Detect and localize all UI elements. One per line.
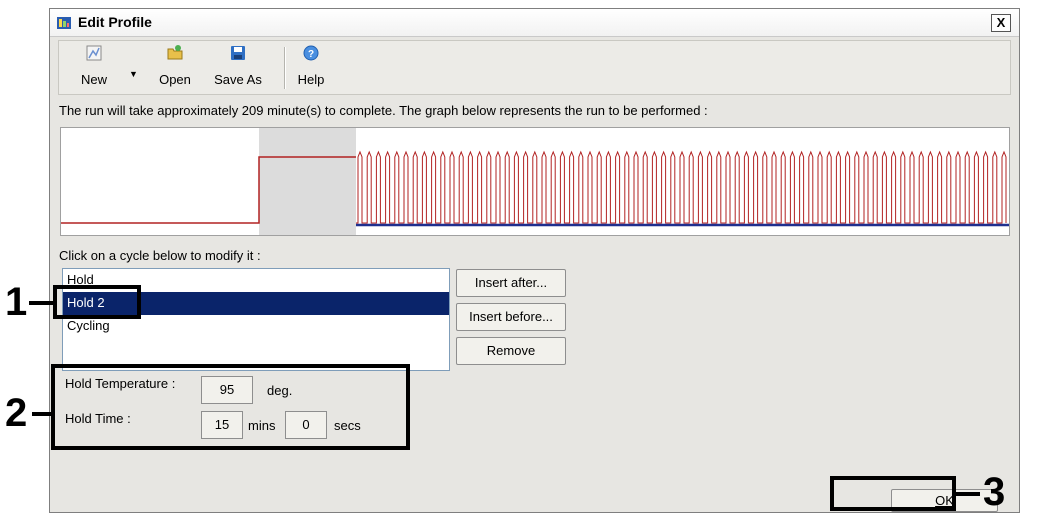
profile-app-icon [57, 17, 71, 29]
callout-box-3 [830, 476, 956, 511]
new-button[interactable]: New [75, 44, 113, 92]
open-label: Open [159, 72, 191, 87]
callout-number-2: 2 [5, 391, 28, 435]
profile-graph-svg [61, 128, 1009, 235]
new-profile-icon [86, 45, 102, 61]
save-as-label: Save As [214, 72, 262, 87]
callout-number-3: 3 [983, 470, 1006, 513]
open-folder-icon [167, 45, 183, 60]
remove-button[interactable]: Remove [456, 337, 566, 365]
new-label: New [80, 72, 107, 87]
callout-box-1 [53, 285, 141, 319]
callout-line-3 [956, 492, 980, 496]
callout-line-1 [29, 301, 53, 305]
callout-box-2 [51, 364, 410, 450]
toolbar-separator [284, 47, 286, 89]
help-icon: ? [303, 45, 319, 61]
cycle-list-label: Click on a cycle below to modify it : [59, 248, 261, 263]
callout-line-2 [32, 412, 51, 416]
cycling-waveform [356, 150, 1007, 224]
title-bar: Edit Profile X [50, 9, 1019, 37]
cycling-segment [356, 150, 1007, 224]
help-button[interactable]: ? Help [293, 44, 329, 92]
run-profile-graph [60, 127, 1010, 236]
chevron-down-icon[interactable]: ▼ [129, 69, 138, 79]
help-label: Help [297, 72, 325, 87]
window-title: Edit Profile [78, 14, 152, 30]
insert-before-button[interactable]: Insert before... [456, 303, 566, 331]
close-button[interactable]: X [991, 14, 1011, 32]
open-button[interactable]: Open [151, 44, 199, 92]
selected-hold-2-highlight [259, 128, 356, 235]
run-duration-text: The run will take approximately 209 minu… [59, 103, 708, 118]
toolbar: New ▼ Open Save As ? Help [58, 40, 1011, 95]
callout-number-1: 1 [5, 280, 28, 324]
insert-after-button[interactable]: Insert after... [456, 269, 566, 297]
floppy-disk-icon [231, 46, 245, 60]
svg-text:?: ? [308, 49, 314, 60]
save-as-button[interactable]: Save As [207, 44, 269, 92]
cycle-list[interactable]: Hold Hold 2 Cycling [62, 268, 450, 371]
